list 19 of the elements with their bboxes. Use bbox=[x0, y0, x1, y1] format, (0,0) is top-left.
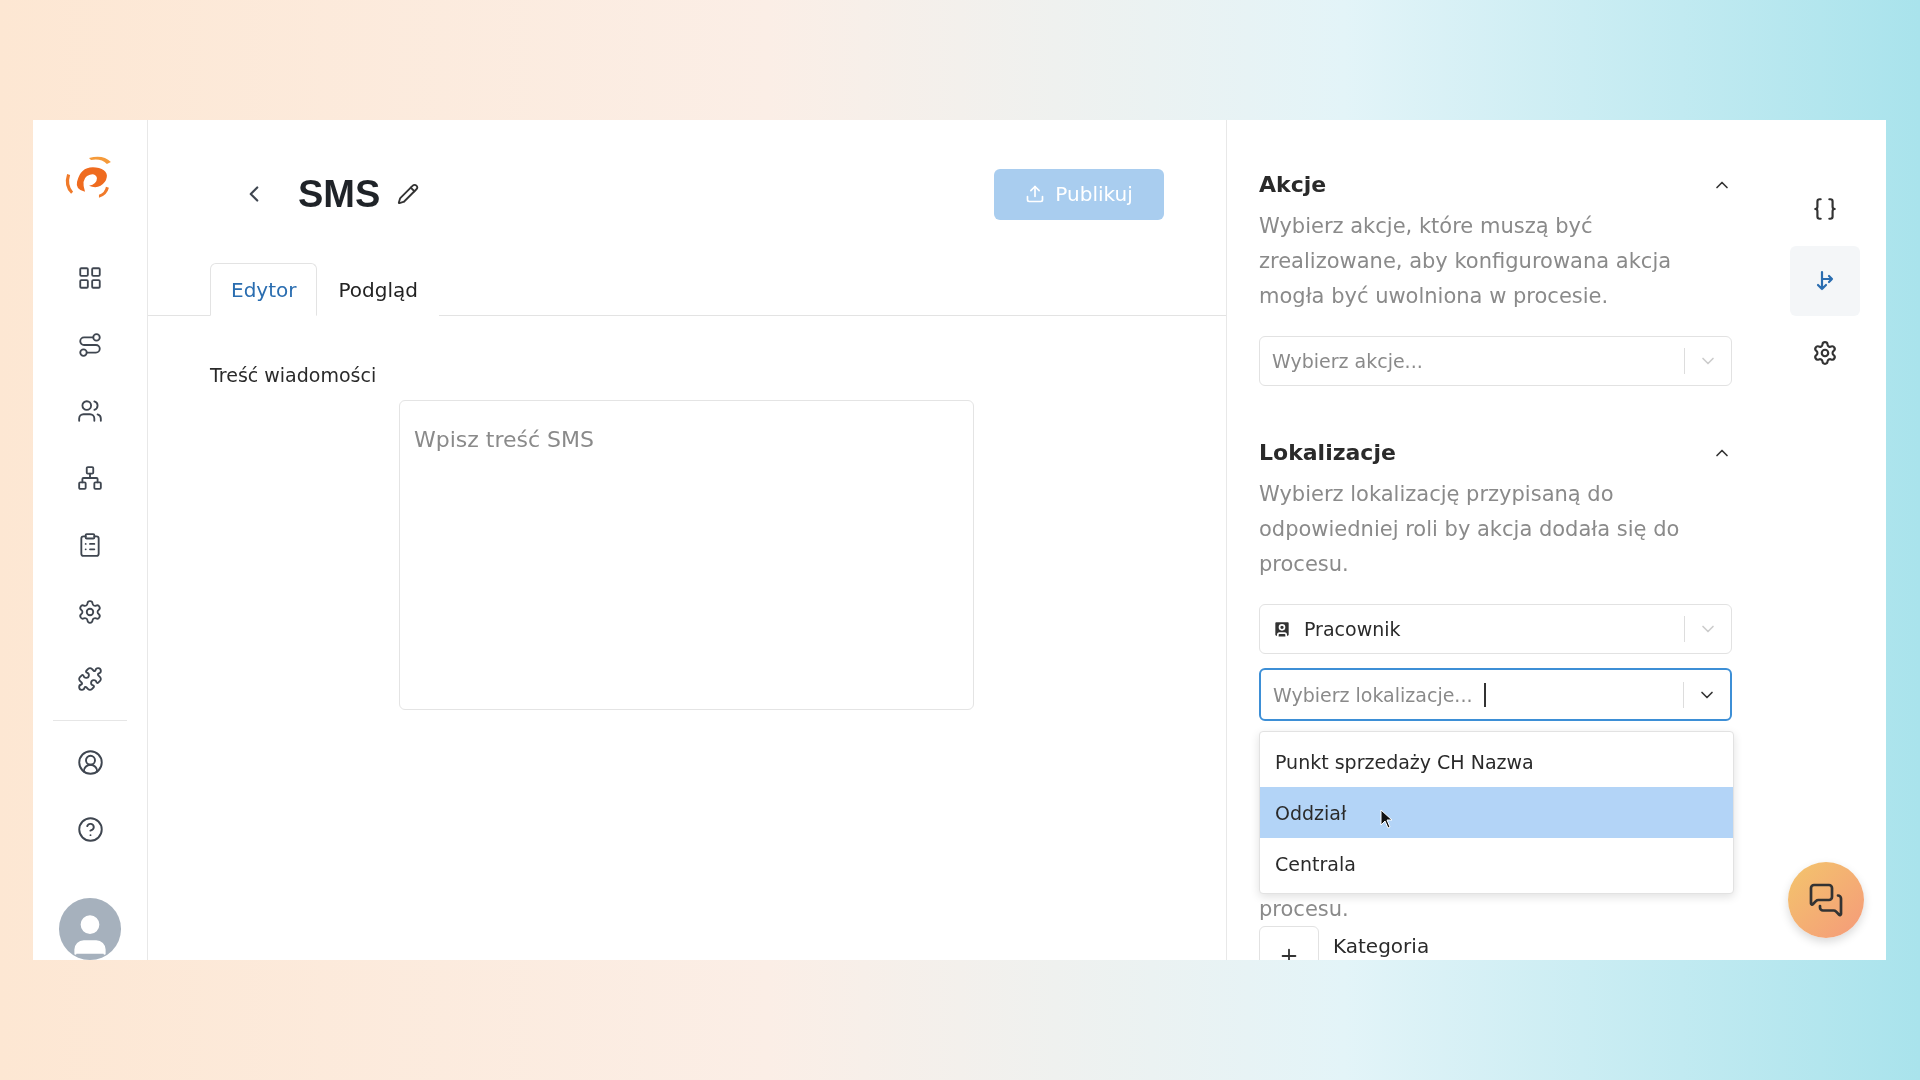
section-description: procesu. bbox=[1259, 899, 1350, 920]
section-description: Wybierz akcje, które muszą być zrealizowane, aby konfigurowana akcja mogła być uwolniona w procesie. bbox=[1259, 213, 1673, 310]
message-field[interactable]: Wpisz treść SMS bbox=[399, 400, 974, 710]
tab[interactable]: Edytor bbox=[210, 263, 318, 316]
dropdown-option[interactable]: Centrala bbox=[1260, 838, 1733, 889]
upload-icon bbox=[1025, 184, 1046, 204]
chat-button[interactable] bbox=[1788, 862, 1864, 938]
add-label: Kategoria bbox=[1333, 933, 1430, 958]
select-field[interactable]: Pracownik bbox=[1259, 604, 1732, 654]
mouse-pointer-icon bbox=[1380, 809, 1394, 829]
field-label: Treść wiadomości bbox=[210, 364, 378, 386]
section-description: Wybierz lokalizację przypisaną do odpowiedniej roli by akcja dodała się do procesu. bbox=[1259, 481, 1681, 578]
contact-icon bbox=[1272, 619, 1292, 639]
dropdown-option[interactable]: Punkt sprzedaży CH Nazwa bbox=[1260, 736, 1733, 787]
section-title: Akcje bbox=[1259, 172, 1327, 197]
dropdown-option[interactable]: Oddział bbox=[1260, 787, 1733, 838]
chat-icon bbox=[1808, 882, 1844, 918]
section-title: Lokalizacje bbox=[1259, 440, 1396, 465]
page-title: SMS bbox=[298, 172, 381, 216]
